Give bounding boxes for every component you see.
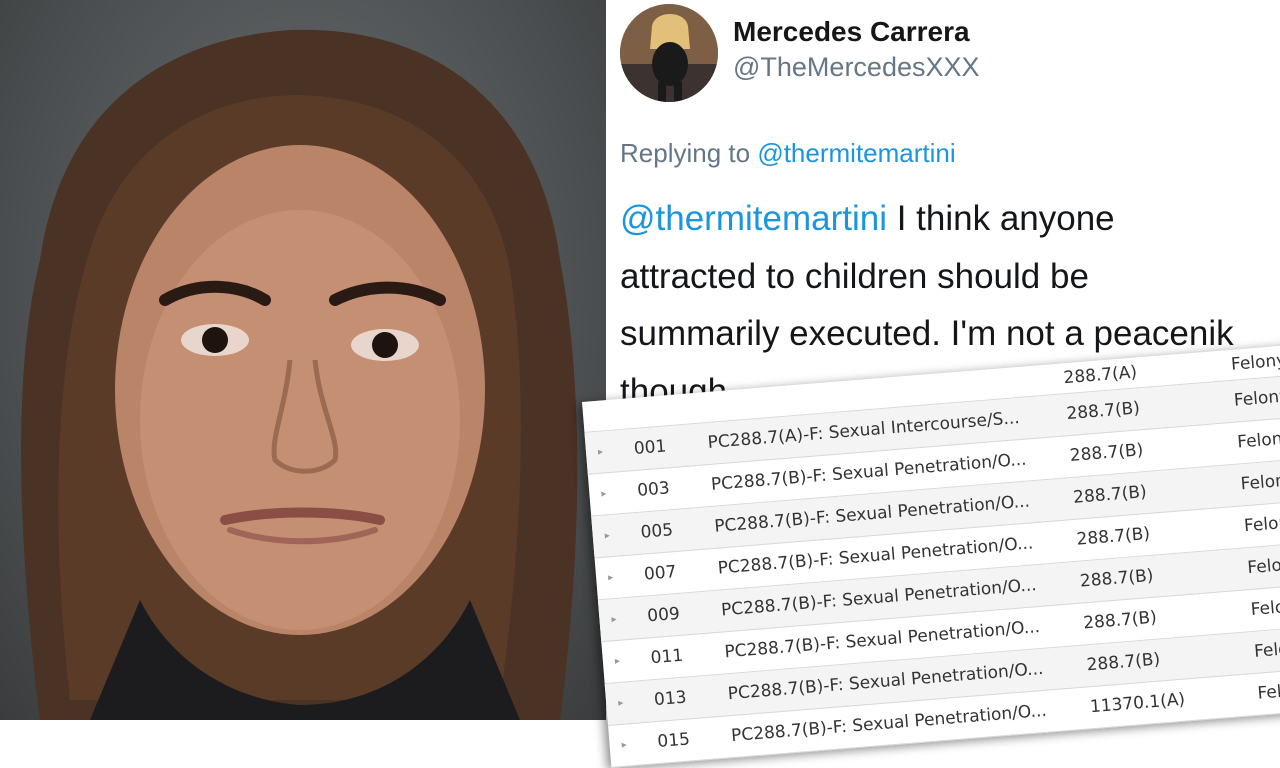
mugshot-illustration	[21, 29, 578, 720]
replying-to-mention-link[interactable]: @thermitemartini	[757, 138, 955, 168]
charge-code: 288.7(B)	[1069, 440, 1145, 467]
header-type-cell: Felony	[1230, 350, 1280, 375]
charge-type: Felony	[1256, 679, 1280, 704]
user-handle[interactable]: @TheMercedesXXX	[733, 52, 980, 83]
charge-number: 013	[653, 687, 688, 711]
charges-rows: ▸ 001 PC288.7(A)-F: Sexual Intercourse/S…	[584, 371, 1280, 768]
charge-type: Felony	[1246, 553, 1280, 579]
display-name[interactable]: Mercedes Carrera	[733, 16, 970, 48]
expand-arrow-icon[interactable]: ▸	[610, 599, 618, 640]
charge-type: Felony	[1239, 470, 1280, 495]
charge-code: 288.7(B)	[1082, 607, 1158, 634]
expand-arrow-icon[interactable]: ▸	[620, 725, 628, 766]
expand-arrow-icon[interactable]: ▸	[596, 432, 604, 473]
expand-arrow-icon[interactable]: ▸	[603, 515, 611, 556]
expand-arrow-icon[interactable]: ▸	[607, 557, 615, 598]
charge-type: Felony	[1243, 511, 1280, 537]
tweet-line-1-text: I think anyone	[896, 199, 1115, 238]
charge-code: 288.7(B)	[1075, 523, 1151, 550]
charge-code: 288.7(B)	[1079, 565, 1155, 592]
charges-table: 288.7(A) Felony ▸ 001 PC288.7(A)-F: Sexu…	[582, 341, 1280, 768]
expand-arrow-icon[interactable]: ▸	[613, 641, 621, 682]
avatar[interactable]	[620, 4, 718, 102]
expand-arrow-icon[interactable]: ▸	[617, 683, 625, 724]
charge-type: Felony	[1250, 595, 1280, 620]
charge-code: 11370.1(A)	[1089, 689, 1186, 718]
charge-code: 288.7(B)	[1065, 398, 1141, 425]
tweet-line-1: @thermitemartini I think anyone	[620, 190, 1270, 248]
charge-code: 288.7(B)	[1072, 482, 1148, 508]
expand-arrow-icon[interactable]: ▸	[600, 473, 608, 514]
charge-type: Felony	[1236, 428, 1280, 453]
charge-number: 007	[643, 562, 678, 585]
replying-to-label: Replying to	[620, 138, 751, 168]
avatar-image	[620, 4, 718, 102]
charge-number: 003	[636, 478, 671, 501]
charge-number: 001	[633, 436, 668, 459]
charge-number: 009	[646, 603, 681, 627]
charge-type: Felony	[1233, 386, 1280, 411]
tweet-line-2: attracted to children should be	[620, 256, 1089, 296]
mugshot-photo	[0, 0, 606, 720]
body-mention-link[interactable]: @thermitemartini	[620, 199, 887, 238]
charge-number: 005	[639, 520, 674, 543]
charge-number: 015	[656, 729, 691, 753]
charge-number: 011	[649, 645, 684, 669]
charge-type: Felony	[1253, 637, 1280, 662]
replying-to-line: Replying to @thermitemartini	[620, 138, 956, 169]
charge-code: 288.7(B)	[1085, 649, 1161, 676]
header-code-cell: 288.7(A)	[1062, 362, 1138, 389]
